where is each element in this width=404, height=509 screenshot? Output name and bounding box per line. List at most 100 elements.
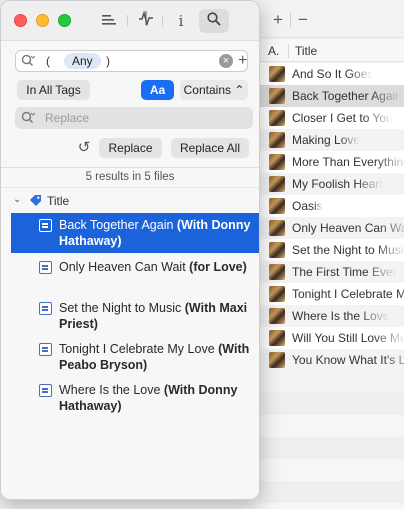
song-title: Oasis: [292, 199, 323, 213]
results-summary: 5 results in 5 files: [85, 171, 175, 183]
song-row[interactable]: More Than Everything: [258, 151, 404, 173]
zoom-window-button[interactable]: [58, 14, 71, 27]
search-tab[interactable]: [199, 9, 229, 33]
song-title: More Than Everything: [292, 155, 404, 169]
album-art-icon: [269, 132, 285, 148]
in-all-tags-button[interactable]: In All Tags: [17, 80, 90, 100]
result-title: Only Heaven Can Wait: [59, 260, 190, 274]
panel-mode-selector: i: [90, 9, 232, 33]
replace-button[interactable]: Replace: [99, 138, 162, 158]
song-title: Will You Still Love Me: [292, 331, 404, 345]
song-row[interactable]: Oasis: [258, 195, 404, 217]
find-replace-panel: i ( Any ) × + In All Tags Aa Contains ⌃ …: [0, 0, 260, 500]
album-art-icon: [269, 220, 285, 236]
replace-placeholder: Replace: [45, 111, 90, 125]
section-divider: [1, 167, 259, 168]
document-icon: [39, 261, 52, 274]
add-button[interactable]: +: [266, 9, 290, 31]
song-title: The First Time Ever: [292, 265, 397, 279]
document-icon: [39, 219, 52, 232]
song-row[interactable]: You Know What It's Like: [258, 349, 404, 371]
column-header-title[interactable]: Title: [295, 44, 317, 58]
segment-divider: [162, 15, 163, 27]
info-tab[interactable]: i: [166, 9, 196, 33]
song-title: Closer I Get to You: [292, 111, 393, 125]
magnifier-icon: [207, 12, 221, 26]
tag-editor-icon: [102, 15, 116, 25]
result-item[interactable]: Only Heaven Can Wait (for Love): [11, 255, 259, 279]
empty-list-area: [258, 393, 404, 509]
album-art-icon: [269, 66, 285, 82]
song-title: My Foolish Heart: [292, 177, 383, 191]
document-icon: [39, 384, 52, 397]
open-paren: (: [46, 54, 50, 68]
song-row[interactable]: Making Love: [258, 129, 404, 151]
song-title: Only Heaven Can Wait: [292, 221, 404, 235]
album-art-icon: [269, 154, 285, 170]
result-title: Set the Night to Music: [59, 301, 185, 315]
album-art-icon: [269, 308, 285, 324]
section-divider: [1, 187, 259, 188]
minimize-window-button[interactable]: [36, 14, 49, 27]
album-art-icon: [269, 198, 285, 214]
document-icon: [39, 343, 52, 356]
song-title: Tonight I Celebrate My Love: [292, 287, 404, 301]
album-art-icon: [269, 176, 285, 192]
replace-input[interactable]: Replace: [15, 107, 253, 129]
song-list: And So It Goes Back Together Again Close…: [258, 63, 404, 371]
song-title: Making Love: [292, 133, 361, 147]
match-case-toggle[interactable]: Aa: [141, 80, 174, 100]
undo-icon[interactable]: ↺: [76, 140, 92, 156]
waveform-icon: [139, 10, 153, 27]
result-title: Back Together Again: [59, 218, 177, 232]
replace-search-icon: [21, 111, 35, 124]
any-token[interactable]: Any: [64, 53, 101, 69]
album-art-icon: [269, 330, 285, 346]
result-title: Where Is the Love: [59, 383, 164, 397]
result-item[interactable]: Set the Night to Music (With Maxi Priest…: [11, 296, 259, 336]
song-row[interactable]: Set the Night to Music: [258, 239, 404, 261]
close-paren: ): [106, 54, 110, 68]
song-row[interactable]: Only Heaven Can Wait: [258, 217, 404, 239]
song-row[interactable]: Tonight I Celebrate My Love: [258, 283, 404, 305]
album-art-icon: [269, 286, 285, 302]
song-title: And So It Goes: [292, 67, 374, 81]
album-art-icon: [269, 264, 285, 280]
album-art-icon: [269, 88, 285, 104]
song-title: Where Is the Love: [292, 309, 390, 323]
song-list-header: [258, 40, 404, 62]
song-row[interactable]: The First Time Ever: [258, 261, 404, 283]
song-row[interactable]: Will You Still Love Me: [258, 327, 404, 349]
album-art-icon: [269, 110, 285, 126]
song-title: Set the Night to Music: [292, 243, 404, 257]
song-row[interactable]: Where Is the Love: [258, 305, 404, 327]
search-icon: [21, 54, 35, 67]
search-input[interactable]: ( Any ) × +: [15, 50, 248, 72]
tag-icon: [30, 195, 41, 206]
result-item[interactable]: Tonight I Celebrate My Love (With Peabo …: [11, 337, 259, 377]
group-label: Title: [47, 194, 70, 208]
results-group-title[interactable]: ⌄ Title: [9, 193, 249, 209]
column-header-artwork[interactable]: A.: [268, 44, 279, 58]
tag-editor-tab[interactable]: [94, 9, 124, 33]
remove-button[interactable]: −: [291, 9, 315, 31]
album-art-icon: [269, 352, 285, 368]
result-item[interactable]: Where Is the Love (With Donny Hathaway): [11, 378, 259, 418]
result-match: (for Love): [189, 260, 247, 274]
add-condition-icon[interactable]: +: [238, 51, 247, 71]
replace-all-button[interactable]: Replace All: [171, 138, 249, 158]
song-row[interactable]: And So It Goes: [258, 63, 404, 85]
waveform-tab[interactable]: [131, 9, 161, 33]
result-item[interactable]: Back Together Again (With Donny Hathaway…: [11, 213, 259, 253]
song-row[interactable]: Back Together Again: [258, 85, 404, 107]
contains-dropdown[interactable]: Contains ⌃: [180, 80, 248, 100]
song-title: Back Together Again: [292, 89, 402, 103]
panel-titlebar: i: [1, 1, 259, 41]
close-window-button[interactable]: [14, 14, 27, 27]
clear-search-icon[interactable]: ×: [219, 54, 233, 68]
song-row[interactable]: My Foolish Heart: [258, 173, 404, 195]
document-icon: [39, 302, 52, 315]
song-row[interactable]: Closer I Get to You: [258, 107, 404, 129]
chevron-down-icon[interactable]: ⌄: [13, 194, 21, 205]
segment-divider: [127, 15, 128, 27]
